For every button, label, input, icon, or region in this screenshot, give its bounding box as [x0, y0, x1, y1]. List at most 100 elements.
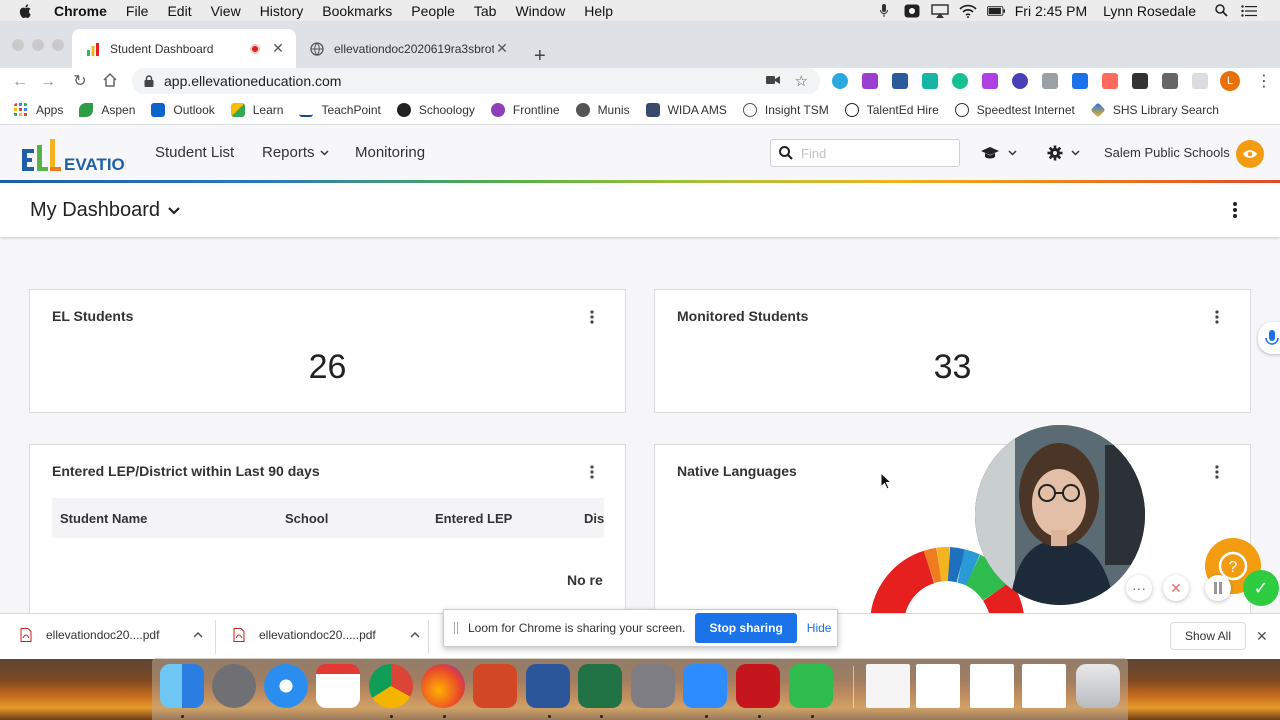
document-thumbnail-icon[interactable] [866, 664, 910, 708]
word-app-icon[interactable] [526, 664, 570, 708]
loom-cancel-icon[interactable]: ✕ [1163, 575, 1189, 601]
card-menu-icon[interactable] [1214, 464, 1220, 480]
zoom-app-icon[interactable] [683, 664, 727, 708]
window-close-button[interactable] [12, 39, 24, 51]
column-header-school[interactable]: School [285, 511, 328, 526]
back-arrow-icon[interactable]: ← [10, 72, 30, 92]
el-students-count[interactable]: 26 [30, 348, 625, 387]
notification-center-icon[interactable] [1240, 4, 1258, 18]
reload-icon[interactable]: ↻ [70, 72, 90, 92]
bookmark-wida-ams[interactable]: WIDA AMS [645, 103, 727, 117]
chrome-app-icon[interactable] [369, 664, 413, 708]
wifi-icon[interactable] [959, 4, 977, 18]
nav-student-list[interactable]: Student List [155, 144, 234, 161]
microphone-icon[interactable] [875, 4, 893, 18]
excel-app-icon[interactable] [578, 664, 622, 708]
spotlight-search-icon[interactable] [1212, 4, 1230, 18]
voice-typing-mic-icon[interactable] [1258, 322, 1280, 354]
window-zoom-button[interactable] [52, 39, 64, 51]
ellevation-logo[interactable]: EVATION [22, 137, 126, 173]
extension-grid-icon[interactable] [1042, 73, 1058, 89]
extension-puzzle-purple-icon[interactable] [862, 73, 878, 89]
hide-share-bar-button[interactable]: Hide [807, 621, 832, 635]
menu-tab[interactable]: Tab [474, 3, 497, 19]
show-all-downloads-button[interactable]: Show All [1170, 622, 1246, 650]
system-preferences-gear-icon[interactable] [631, 664, 675, 708]
loom-finish-check-icon[interactable]: ✓ [1243, 570, 1279, 606]
extensions-puzzle-icon[interactable] [1162, 73, 1178, 89]
extension-edge-icon[interactable] [832, 73, 848, 89]
column-header-student-name[interactable]: Student Name [60, 511, 147, 526]
download-item[interactable]: ellevationdoc20.....pdf [233, 628, 420, 642]
menu-bookmarks[interactable]: Bookmarks [322, 3, 392, 19]
bookmark-schoology[interactable]: Schoology [396, 103, 475, 117]
x-app-icon[interactable] [789, 664, 833, 708]
bookmark-aspen[interactable]: Aspen [79, 103, 135, 117]
extension-grammarly-icon[interactable] [952, 73, 968, 89]
new-tab-plus-icon[interactable]: + [534, 46, 546, 66]
firefox-app-icon[interactable] [421, 664, 465, 708]
bookmark-star-icon[interactable]: ☆ [795, 72, 808, 90]
menu-help[interactable]: Help [584, 3, 613, 19]
view-as-button[interactable] [1236, 140, 1264, 168]
organization-name[interactable]: Salem Public Schools [1104, 145, 1230, 160]
school-selector[interactable] [980, 144, 1017, 162]
menu-edit[interactable]: Edit [167, 3, 191, 19]
menubar-clock[interactable]: Fri 2:45 PM [1015, 3, 1087, 19]
el-students-card[interactable]: EL Students 26 [29, 289, 626, 413]
menu-view[interactable]: View [211, 3, 241, 19]
bookmark-frontline[interactable]: Frontline [490, 103, 560, 117]
loom-pause-icon[interactable] [1205, 575, 1231, 601]
column-header-district[interactable]: Dis [584, 511, 604, 526]
menu-people[interactable]: People [411, 3, 455, 19]
window-minimize-button[interactable] [32, 39, 44, 51]
document-thumbnail-icon[interactable] [970, 664, 1014, 708]
settings-menu[interactable] [1047, 144, 1080, 162]
extension-loom-icon[interactable] [1102, 73, 1118, 89]
extension-mic-icon[interactable] [1072, 73, 1088, 89]
menu-window[interactable]: Window [515, 3, 565, 19]
camera-in-use-icon[interactable] [766, 74, 780, 86]
menu-file[interactable]: File [126, 3, 149, 19]
close-tab-icon[interactable]: ✕ [270, 40, 286, 57]
bookmark-speedtest[interactable]: Speedtest Internet [954, 103, 1075, 117]
extension-cloud-icon[interactable] [922, 73, 938, 89]
loom-recording-icon[interactable] [903, 4, 921, 18]
chrome-menu-icon[interactable]: ⋮ [1256, 71, 1272, 91]
powerpoint-app-icon[interactable] [473, 664, 517, 708]
cast-icon[interactable] [1192, 73, 1208, 89]
dashboard-menu-icon[interactable] [1230, 200, 1240, 220]
column-header-entered-lep[interactable]: Entered LEP [435, 511, 512, 526]
extension-reader-icon[interactable] [1132, 73, 1148, 89]
document-thumbnail-icon[interactable] [1022, 664, 1066, 708]
nav-monitoring[interactable]: Monitoring [355, 144, 425, 161]
card-menu-icon[interactable] [589, 309, 595, 325]
close-download-shelf-icon[interactable]: ✕ [1256, 628, 1268, 645]
document-thumbnail-icon[interactable] [916, 664, 960, 708]
menu-history[interactable]: History [260, 3, 304, 19]
profile-avatar[interactable]: L [1220, 71, 1240, 91]
stop-sharing-button[interactable]: Stop sharing [695, 613, 797, 643]
finder-app-icon[interactable] [160, 664, 204, 708]
tab-ellevationdoc[interactable]: ellevationdoc2020619ra3sbrot ✕ [296, 29, 520, 68]
bookmark-talented-hire[interactable]: TalentEd Hire [844, 103, 939, 117]
airplay-icon[interactable] [931, 3, 949, 18]
launchpad-rocket-icon[interactable] [212, 664, 256, 708]
loom-webcam-bubble[interactable] [975, 425, 1145, 605]
safari-compass-icon[interactable] [264, 664, 308, 708]
loom-more-options-icon[interactable]: ··· [1126, 575, 1152, 601]
download-item[interactable]: ellevationdoc20....pdf [20, 628, 203, 642]
home-icon[interactable] [100, 72, 120, 92]
extension-screen-icon[interactable] [892, 73, 908, 89]
bookmark-outlook[interactable]: Outlook [151, 103, 215, 117]
forward-arrow-icon[interactable]: → [38, 72, 58, 92]
bookmark-munis[interactable]: Munis [575, 103, 630, 117]
bookmark-learn[interactable]: Learn [230, 103, 283, 117]
tab-student-dashboard[interactable]: Student Dashboard ✕ [72, 29, 296, 68]
menubar-user[interactable]: Lynn Rosedale [1103, 3, 1196, 19]
calendar-app-icon[interactable] [316, 664, 360, 708]
apple-icon[interactable] [18, 3, 34, 19]
address-bar[interactable]: app.ellevationeducation.com ☆ [132, 68, 820, 94]
card-menu-icon[interactable] [1214, 309, 1220, 325]
search-input[interactable] [801, 145, 951, 161]
